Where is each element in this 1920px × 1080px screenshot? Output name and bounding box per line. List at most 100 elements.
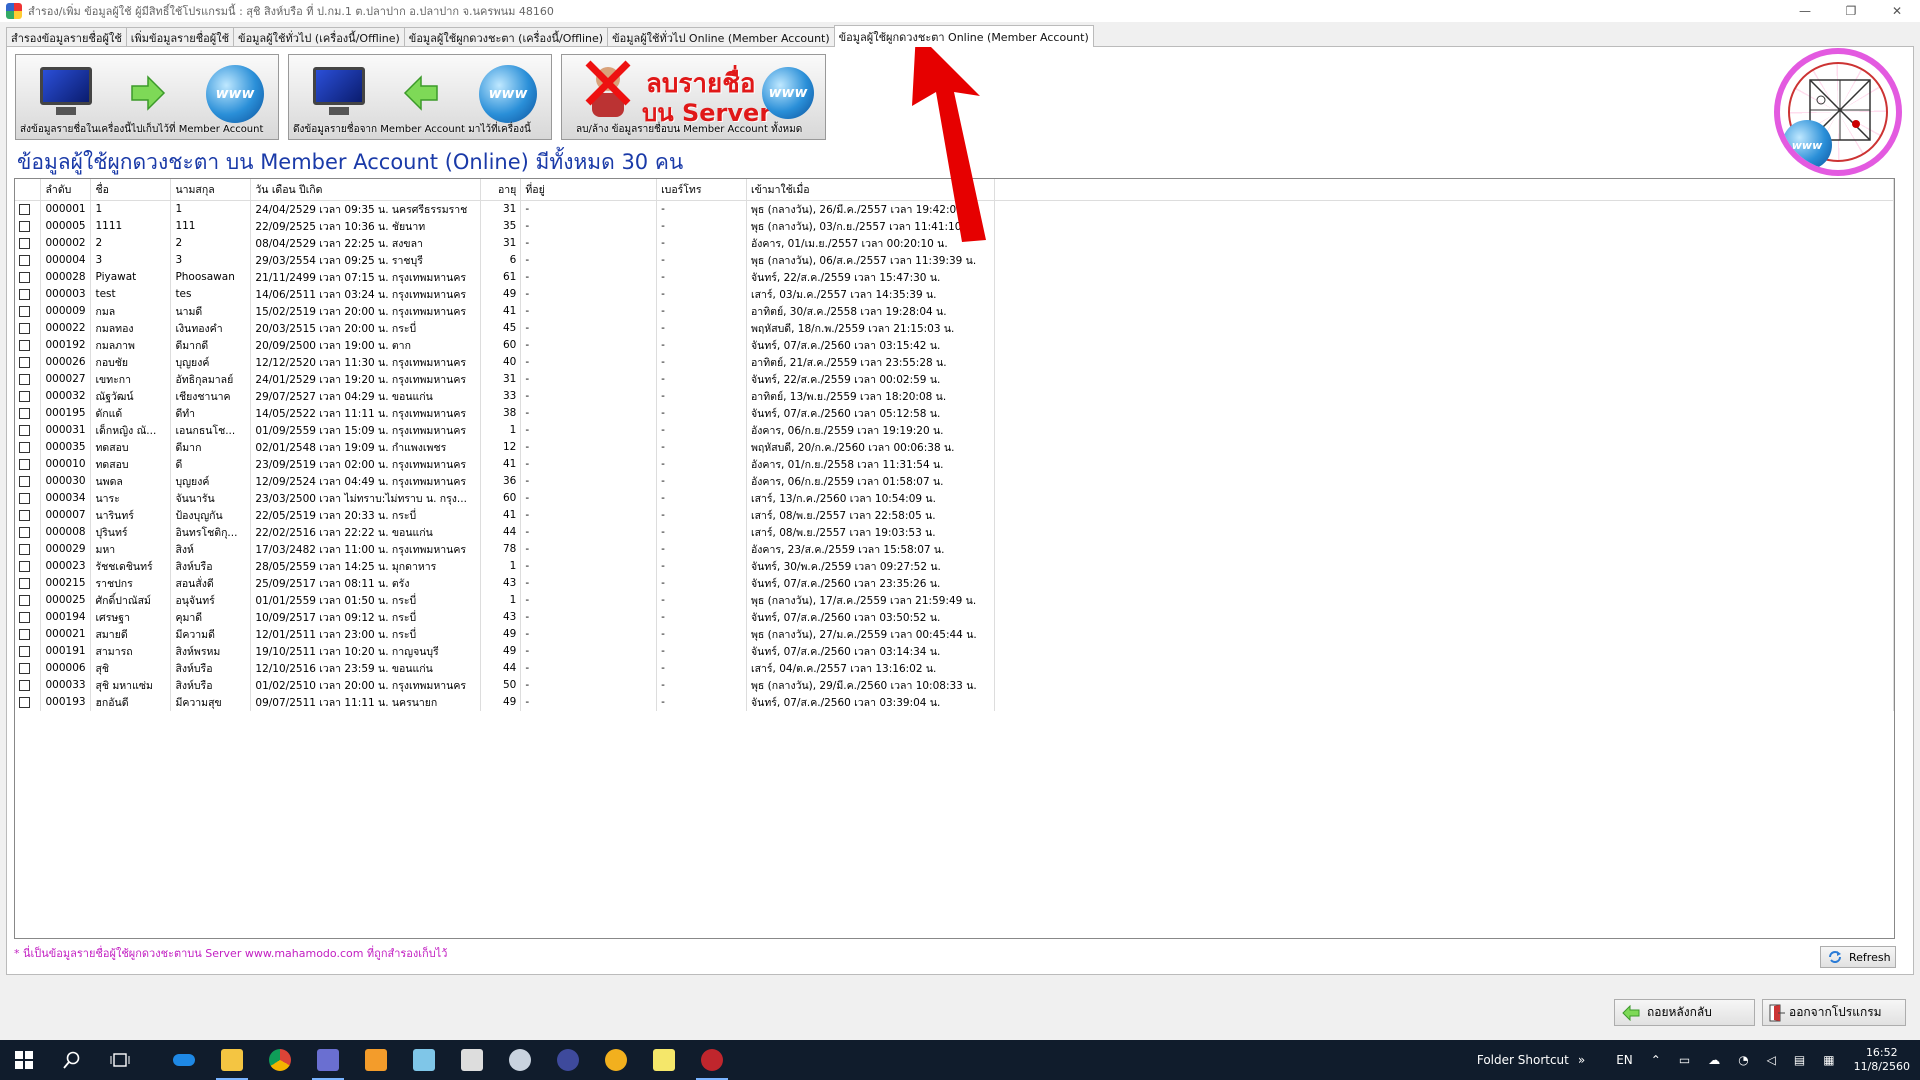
table-row[interactable]: 000191 สามารถ สิงห์พรหม 19/10/2511 เวลา 10:… [15,642,1894,660]
table-row[interactable]: 000022 กมลทอง เงินทองคำ 20/03/2515 เวลา 20:… [15,319,1894,337]
col-header-birth[interactable]: วัน เดือน ปีเกิด [250,179,482,201]
table-row[interactable]: 000010 ทดสอบ ดี 23/09/2519 เวลา 02:00 น. กร… [15,455,1894,473]
row-checkbox[interactable] [19,594,30,606]
table-row[interactable]: 000030 นพดล บุญยงค์ 12/09/2524 เวลา 04:49 น… [15,472,1894,490]
table-row[interactable]: 000027 เขทะกา อัทธิกุลมาลย์ 24/01/2529 เวลา… [15,370,1894,388]
row-checkbox[interactable] [19,220,30,232]
row-checkbox[interactable] [19,645,30,657]
row-checkbox[interactable] [19,424,30,436]
col-header-age[interactable]: อายุ [480,179,522,201]
table-row[interactable]: 000193 ฮกอันดี มีความสุข 09/07/2511 เวลา 11… [15,693,1894,711]
search-button[interactable] [48,1040,96,1080]
row-checkbox[interactable] [19,441,30,453]
table-row[interactable]: 000033 สุชิ มหาแซ่ม สิงห์บรือ 01/02/2510 เว… [15,676,1894,694]
volume-icon[interactable]: ◁ [1767,1053,1776,1067]
row-checkbox[interactable] [19,526,30,538]
tab-backup-users[interactable]: สำรองข้อมูลรายชื่อผู้ใช้ [6,27,127,47]
table-row[interactable]: 000215 ราชปกร สอนสั่งดี 25/09/2517 เวลา 08:… [15,574,1894,592]
task-view-button[interactable] [96,1040,144,1080]
row-checkbox[interactable] [19,475,30,487]
table-row[interactable]: 000003 test tes 14/06/2511 เวลา 03:24 น. กร… [15,285,1894,303]
chrome-taskbar-icon[interactable] [256,1040,304,1080]
row-checkbox[interactable] [19,492,30,504]
row-checkbox[interactable] [19,203,30,215]
row-checkbox[interactable] [19,373,30,385]
users-grid[interactable]: ลำดับ ชื่อ นามสกุล วัน เดือน ปีเกิด อายุ… [14,178,1895,939]
upload-to-member-account-button[interactable]: www ส่งข้อมูลรายชื่อในเครื่องนี้ไปเก็บไว… [15,54,279,140]
col-header-first-name[interactable]: ชื่อ [90,179,172,201]
tab-horoscope-online[interactable]: ข้อมูลผู้ใช้ผูกดวงชะตา Online (Member Ac… [833,25,1094,47]
start-button[interactable] [0,1040,48,1080]
row-checkbox[interactable] [19,237,30,249]
back-button[interactable]: ถอยหลังกลับ [1614,999,1755,1026]
tab-horoscope-offline[interactable]: ข้อมูลผู้ใช้ผูกดวงชะตา (เครื่องนี้/Offli… [403,27,609,47]
table-row[interactable]: 000021 สมายดี มีความดี 12/01/2511 เวลา 23:0… [15,625,1894,643]
table-row[interactable]: 000006 สุชิ สิงห์บรือ 12/10/2516 เวลา 23:59… [15,659,1894,677]
row-checkbox[interactable] [19,271,30,283]
tab-general-online[interactable]: ข้อมูลผู้ใช้ทั่วไป Online (Member Accoun… [607,27,835,47]
table-row[interactable]: 000194 เศรษฐา คุมาดี 10/09/2517 เวลา 09:12 … [15,608,1894,626]
close-button[interactable]: ✕ [1874,0,1920,22]
table-row[interactable]: 000007 นารินทร์ ป้องบุญกัน 22/05/2519 เวลา … [15,506,1894,524]
row-checkbox[interactable] [19,696,30,708]
language-indicator[interactable]: EN [1616,1053,1633,1067]
exit-button[interactable]: ออกจากโปรแกรม [1762,999,1906,1026]
cloud-icon[interactable]: ☁ [1708,1053,1720,1067]
row-checkbox[interactable] [19,611,30,623]
keyboard-icon[interactable]: ▦ [1823,1053,1834,1067]
table-row[interactable]: 000034 นาระ จันนารัน 23/03/2500 เวลา ไม่ทรา… [15,489,1894,507]
row-checkbox[interactable] [19,305,30,317]
minimize-button[interactable]: — [1782,0,1828,22]
download-from-member-account-button[interactable]: www ดึงข้อมูลรายชื่อจาก Member Account ม… [288,54,552,140]
table-row[interactable]: 000028 Piyawat Phoosawan 21/11/2499 เวลา 07… [15,268,1894,286]
tab-add-users[interactable]: เพิ่มข้อมูลรายชื่อผู้ใช้ [125,27,235,47]
table-row[interactable]: 000009 กมล นามดี 15/02/2519 เวลา 20:00 น. ก… [15,302,1894,320]
table-row[interactable]: 000031 เด็กหญิง ณั... เอนกธนโช... 01/09/255… [15,421,1894,439]
col-header-last-name[interactable]: นามสกุล [170,179,252,201]
row-checkbox[interactable] [19,390,30,402]
row-checkbox[interactable] [19,543,30,555]
row-checkbox[interactable] [19,458,30,470]
calculator-taskbar-icon[interactable] [448,1040,496,1080]
horoscope-app-taskbar-icon[interactable] [688,1040,736,1080]
table-row[interactable]: 000004 3 3 29/03/2554 เวลา 09:25 น. ราชบุรี… [15,251,1894,269]
app-taskbar-icon-6[interactable] [592,1040,640,1080]
delete-all-on-server-button[interactable]: ลบรายชื่อ บน Server www ลบ/ล้าง ข้อมูลรา… [561,54,826,140]
wifi-icon[interactable]: ◔ [1738,1053,1748,1067]
refresh-button[interactable]: Refresh [1820,946,1896,968]
row-checkbox[interactable] [19,509,30,521]
table-row[interactable]: 000025 ศักดิ์ปาณัสม์ อนุจันทร์ 01/01/2559 เ… [15,591,1894,609]
maximize-button[interactable]: ❐ [1828,0,1874,22]
clock[interactable]: 16:52 11/8/2560 [1854,1046,1910,1074]
row-checkbox[interactable] [19,339,30,351]
row-checkbox[interactable] [19,628,30,640]
col-header-phone[interactable]: เบอร์โทร [656,179,747,201]
table-row[interactable]: 000035 ทดสอบ ดีมาก 02/01/2548 เวลา 19:09 น.… [15,438,1894,456]
file-explorer-taskbar-icon[interactable] [208,1040,256,1080]
show-hidden-icons[interactable]: ⌃ [1651,1053,1661,1067]
folder-shortcut-toolbar[interactable]: Folder Shortcut [1477,1053,1569,1067]
onedrive-taskbar-icon[interactable] [160,1040,208,1080]
app-taskbar-icon-7[interactable] [640,1040,688,1080]
row-checkbox[interactable] [19,407,30,419]
battery-icon[interactable]: ▭ [1679,1053,1690,1067]
table-row[interactable]: 000008 ปุรินทร์ อินทรโชติกุ... 22/02/2516 เ… [15,523,1894,541]
table-row[interactable]: 000023 รัชชเดชินทร์ สิงห์บรือ 28/05/2559 เว… [15,557,1894,575]
row-checkbox[interactable] [19,662,30,674]
col-header-address[interactable]: ที่อยู่ [520,179,658,201]
row-checkbox[interactable] [19,288,30,300]
app-taskbar-icon-2[interactable] [352,1040,400,1080]
app-taskbar-icon-4[interactable] [496,1040,544,1080]
app-taskbar-icon-1[interactable] [304,1040,352,1080]
table-row[interactable]: 000026 กอบชัย บุญยงค์ 12/12/2520 เวลา 11:30… [15,353,1894,371]
notification-icon[interactable]: ▤ [1794,1053,1805,1067]
tab-general-offline[interactable]: ข้อมูลผู้ใช้ทั่วไป (เครื่องนี้/Offline) [233,27,405,47]
app-taskbar-icon-3[interactable] [400,1040,448,1080]
table-row[interactable]: 000195 ดักแด้ ดีทำ 14/05/2522 เวลา 11:11 น.… [15,404,1894,422]
row-checkbox[interactable] [19,322,30,334]
row-checkbox[interactable] [19,679,30,691]
row-checkbox[interactable] [19,254,30,266]
row-checkbox[interactable] [19,577,30,589]
row-checkbox[interactable] [19,560,30,572]
table-row[interactable]: 000029 มหา สิงห์ 17/03/2482 เวลา 11:00 น. ก… [15,540,1894,558]
